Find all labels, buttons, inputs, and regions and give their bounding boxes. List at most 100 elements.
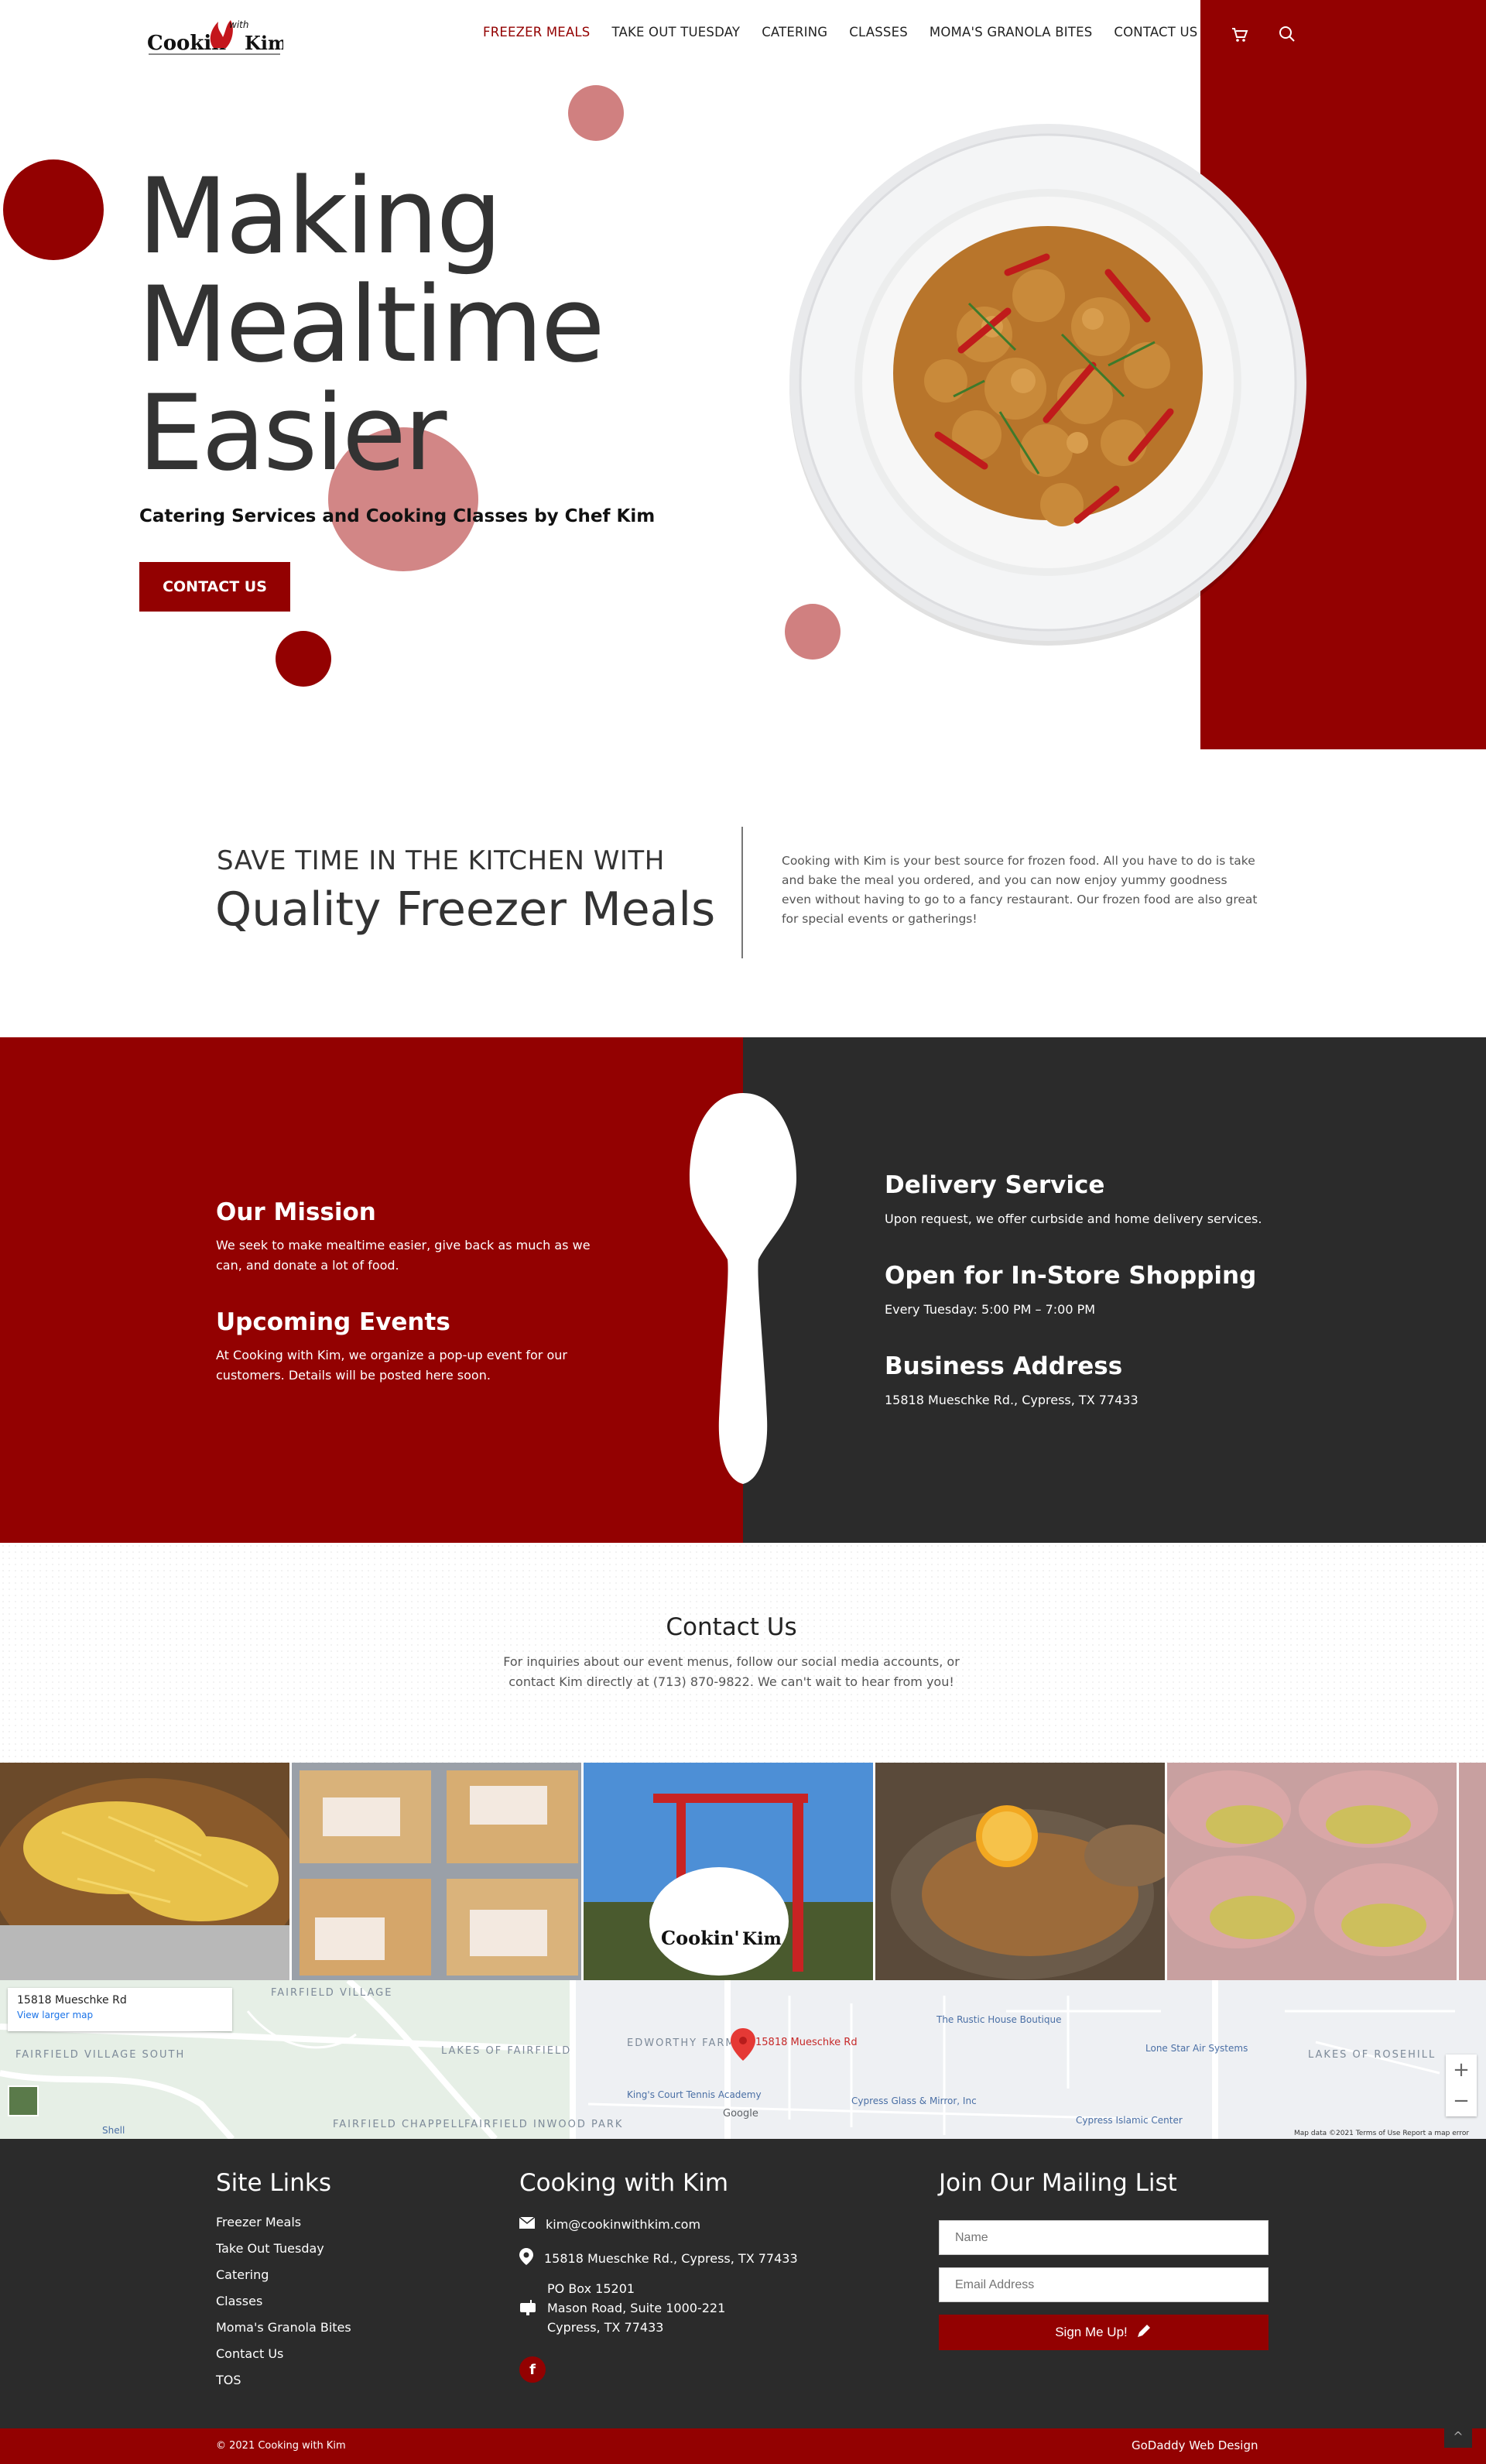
nav-contact-us[interactable]: CONTACT US — [1114, 25, 1197, 39]
footer-address: 15818 Mueschke Rd., Cypress, TX 77433 — [544, 2250, 798, 2266]
decor-dot-bottom — [276, 631, 331, 687]
gallery-photo-nachos[interactable] — [0, 1763, 293, 1980]
footer-po-box: PO Box 15201 Mason Road, Suite 1000-221 Cy… — [547, 2281, 726, 2335]
intro-text: Cooking with Kim is your best source for… — [782, 854, 1258, 926]
footer-link-catering[interactable]: Catering — [216, 2267, 351, 2282]
zoom-in-button[interactable]: + — [1446, 2054, 1477, 2085]
scroll-top-button[interactable]: ^ — [1444, 2425, 1472, 2448]
svg-text:15818 Mueschke Rd: 15818 Mueschke Rd — [755, 2037, 858, 2048]
logo-text-name: Kim — [245, 32, 283, 54]
mailing-email-input[interactable] — [939, 2267, 1269, 2302]
mailing-list-title: Join Our Mailing List — [939, 2169, 1177, 2197]
footer-links: Freezer Meals Take Out Tuesday Catering … — [216, 2215, 351, 2387]
envelope-icon — [519, 2216, 536, 2232]
spoon-icon — [685, 1093, 801, 1486]
intro-divider — [741, 827, 743, 958]
footer-link-contact-us[interactable]: Contact Us — [216, 2346, 351, 2361]
svg-text:Shell: Shell — [102, 2125, 125, 2136]
nav-take-out-tuesday[interactable]: TAKE OUT TUESDAY — [611, 25, 740, 39]
nav-catering[interactable]: CATERING — [762, 25, 827, 39]
svg-text:FAIRFIELD VILLAGE: FAIRFIELD VILLAGE — [271, 1987, 392, 1999]
decor-dot-top — [568, 85, 624, 141]
mailbox-icon — [519, 2298, 536, 2318]
sign-up-label: Sign Me Up! — [1055, 2325, 1128, 2339]
footer-link-classes[interactable]: Classes — [216, 2294, 351, 2308]
svg-text:LAKES OF FAIRFIELD: LAKES OF FAIRFIELD — [441, 2045, 571, 2057]
food-plate-image — [783, 118, 1313, 647]
contact-text: For inquiries about our event menus, fol… — [503, 1654, 960, 1689]
search-icon[interactable] — [1277, 24, 1297, 44]
delivery-title: Delivery Service — [885, 1171, 1105, 1199]
svg-text:FAIRFIELD INWOOD PARK: FAIRFIELD INWOOD PARK — [464, 2119, 623, 2130]
contact-title: Contact Us — [666, 1613, 797, 1641]
footer-address-row: 15818 Mueschke Rd., Cypress, TX 77433 — [519, 2248, 798, 2268]
view-larger-map-link[interactable]: View larger map — [17, 2010, 93, 2020]
mission-title: Our Mission — [216, 1198, 376, 1226]
address-title: Business Address — [885, 1352, 1123, 1380]
hero-contact-button[interactable]: CONTACT US — [139, 562, 290, 612]
svg-text:Cypress Islamic Center: Cypress Islamic Center — [1076, 2115, 1183, 2126]
footer-company-title: Cooking with Kim — [519, 2169, 729, 2197]
site-logo[interactable]: Cookin' with Kim — [146, 9, 287, 60]
svg-text:The Rustic House Boutique: The Rustic House Boutique — [936, 2014, 1061, 2025]
nav-classes[interactable]: CLASSES — [849, 25, 908, 39]
footer-link-granola-bites[interactable]: Moma's Granola Bites — [216, 2320, 351, 2335]
intro-title: Quality Freezer Meals — [215, 882, 716, 937]
map-zoom-controls: + − — [1446, 2054, 1477, 2116]
cart-icon[interactable] — [1231, 26, 1249, 44]
svg-text:King's Court Tennis Academy: King's Court Tennis Academy — [627, 2089, 762, 2100]
sign-up-button[interactable]: Sign Me Up! — [939, 2315, 1269, 2350]
info-panel — [743, 1037, 1486, 1543]
svg-text:with: with — [229, 19, 248, 30]
gallery-photo-stuffed[interactable] — [1167, 1763, 1460, 1980]
copyright-text: © 2021 Cooking with Kim — [216, 2440, 346, 2452]
events-title: Upcoming Events — [216, 1308, 450, 1336]
svg-text:Kim: Kim — [742, 1929, 782, 1949]
shopping-title: Open for In-Store Shopping — [885, 1262, 1257, 1290]
facebook-icon[interactable]: f — [519, 2356, 546, 2383]
map-satellite-toggle[interactable] — [8, 2085, 39, 2116]
decor-dot-left — [3, 159, 104, 260]
footer-po-row: PO Box 15201 Mason Road, Suite 1000-221 Cy… — [519, 2279, 725, 2337]
svg-text:FAIRFIELD CHAPPELL: FAIRFIELD CHAPPELL — [333, 2119, 465, 2130]
svg-text:EDWORTHY FARMS: EDWORTHY FARMS — [627, 2037, 744, 2049]
map-card-title: 15818 Mueschke Rd — [17, 1994, 127, 2006]
svg-text:FAIRFIELD VILLAGE SOUTH: FAIRFIELD VILLAGE SOUTH — [15, 2049, 185, 2061]
main-nav: FREEZER MEALS TAKE OUT TUESDAY CATERING … — [472, 25, 1208, 39]
svg-text:LAKES OF ROSEHILL: LAKES OF ROSEHILL — [1308, 2049, 1436, 2061]
events-text: At Cooking with Kim, we organize a pop-u… — [216, 1348, 567, 1383]
gallery-photo-partial — [1459, 1763, 1486, 1980]
nav-granola-bites[interactable]: MOMA'S GRANOLA BITES — [930, 25, 1092, 39]
footer-email-link[interactable]: kim@cookinwithkim.com — [546, 2217, 700, 2232]
footer-links-title: Site Links — [216, 2169, 332, 2197]
footer-link-tos[interactable]: TOS — [216, 2373, 351, 2387]
mission-panel — [0, 1037, 743, 1543]
photo-gallery: Cookin' Kim — [0, 1763, 1486, 1980]
shopping-text: Every Tuesday: 5:00 PM – 7:00 PM — [885, 1302, 1096, 1317]
intro-kicker: SAVE TIME IN THE KITCHEN WITH — [217, 845, 665, 876]
svg-text:Lone Star Air Systems: Lone Star Air Systems — [1145, 2043, 1248, 2054]
pencil-icon — [1135, 2322, 1152, 2343]
hero-title: Making Mealtime Easier — [138, 156, 605, 494]
svg-text:Cookin': Cookin' — [661, 1927, 740, 1949]
svg-text:Cypress Glass & Mirror, Inc: Cypress Glass & Mirror, Inc — [851, 2096, 977, 2106]
address-text: 15818 Mueschke Rd., Cypress, TX 77433 — [885, 1393, 1138, 1407]
footer-link-freezer-meals[interactable]: Freezer Meals — [216, 2215, 351, 2229]
hero-subtitle: Catering Services and Cooking Classes by… — [139, 506, 656, 526]
svg-text:Map data ©2021 Terms of Use: Map data ©2021 Terms of Use Report a map… — [1294, 2130, 1469, 2137]
godaddy-credit-link[interactable]: GoDaddy Web Design — [1132, 2438, 1258, 2452]
location-pin-icon — [519, 2248, 533, 2268]
map-info-card: 15818 Mueschke Rd View larger map — [8, 1988, 232, 2031]
gallery-photo-chicken[interactable] — [875, 1763, 1168, 1980]
delivery-text: Upon request, we offer curbside and home… — [885, 1211, 1262, 1226]
svg-text:Google: Google — [723, 2108, 758, 2120]
mailing-name-input[interactable] — [939, 2220, 1269, 2255]
zoom-out-button[interactable]: − — [1446, 2085, 1477, 2116]
gallery-photo-sign[interactable]: Cookin' Kim — [584, 1763, 876, 1980]
footer-link-take-out-tuesday[interactable]: Take Out Tuesday — [216, 2241, 351, 2256]
nav-freezer-meals[interactable]: FREEZER MEALS — [483, 25, 590, 39]
footer-email-row: kim@cookinwithkim.com — [519, 2216, 700, 2232]
gallery-photo-lasagna[interactable] — [292, 1763, 584, 1980]
mission-text: We seek to make mealtime easier, give ba… — [216, 1238, 591, 1273]
location-map[interactable]: FAIRFIELD VILLAGE FAIRFIELD VILLAGE SOUT… — [0, 1980, 1486, 2139]
